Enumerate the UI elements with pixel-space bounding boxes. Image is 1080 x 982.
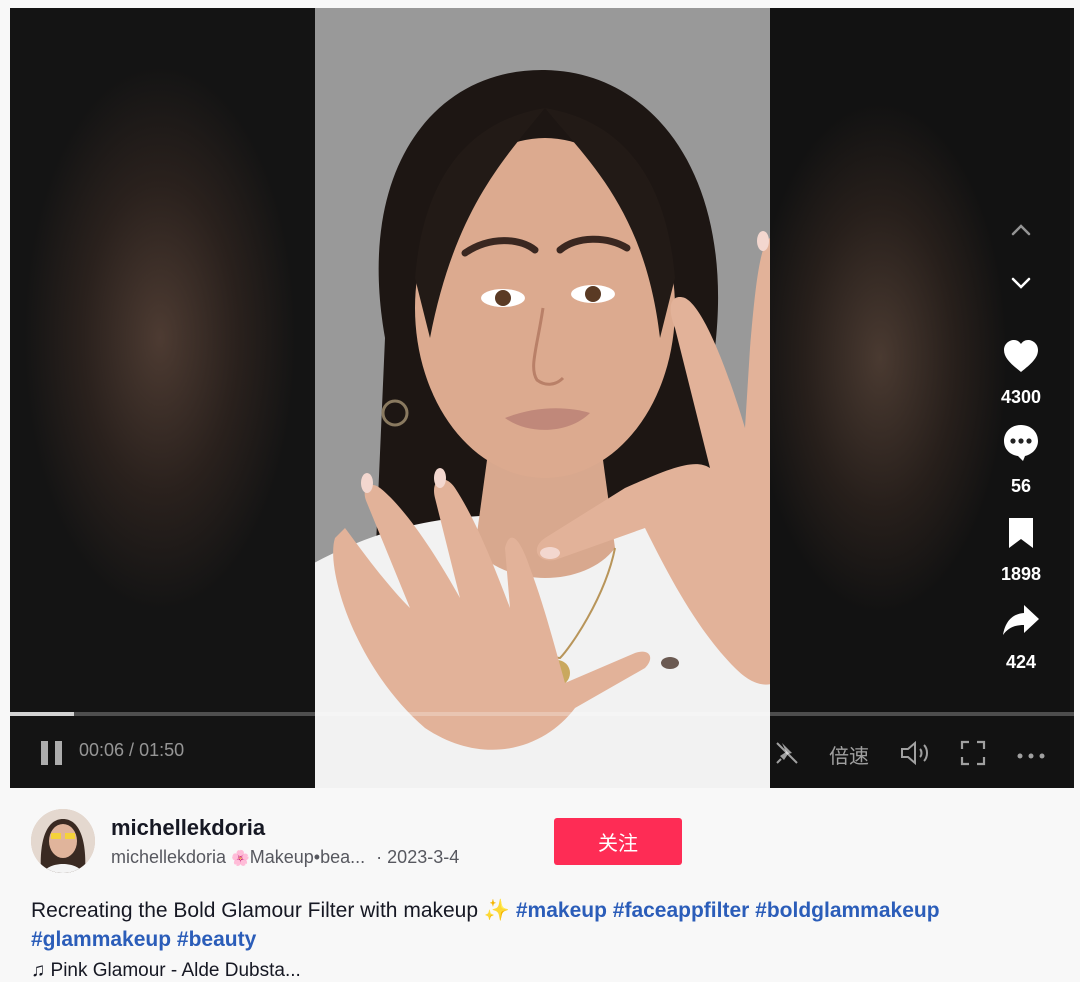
share-icon — [1003, 605, 1039, 635]
like-button[interactable] — [991, 340, 1051, 374]
save-count: 1898 — [1000, 564, 1042, 584]
avatar-image — [31, 809, 95, 873]
video-blur-left — [10, 8, 315, 788]
prev-video-button[interactable] — [991, 220, 1051, 238]
time-display: 00:06 / 01:50 — [79, 740, 184, 761]
description-text: Recreating the Bold Glamour Filter with … — [31, 899, 479, 922]
author-bio-preview: Makeup•bea... — [249, 847, 366, 867]
speed-button[interactable]: 倍速 — [829, 740, 869, 769]
volume-icon — [901, 740, 928, 766]
comment-icon — [1004, 425, 1038, 461]
more-button[interactable] — [1016, 748, 1046, 766]
pause-icon — [41, 741, 62, 765]
video-frame[interactable] — [315, 8, 770, 788]
next-video-button[interactable] — [991, 274, 1051, 292]
comment-count: 56 — [1010, 476, 1032, 496]
flower-emoji: 🌸 — [231, 850, 250, 867]
pin-button[interactable] — [774, 740, 800, 771]
bookmark-icon — [1009, 518, 1033, 548]
fullscreen-button[interactable] — [960, 740, 986, 771]
follow-button[interactable]: 关注 — [554, 818, 682, 865]
heart-icon — [1004, 340, 1038, 372]
chevron-down-icon — [1011, 277, 1031, 289]
avatar[interactable] — [31, 809, 95, 873]
post-date: 2023-3-4 — [387, 847, 460, 867]
music-info[interactable]: ♫ Pink Glamour - Alde Dubsta... — [31, 960, 301, 982]
hashtag-link[interactable]: #glammakeup — [31, 928, 171, 951]
pause-button[interactable] — [40, 740, 64, 771]
chevron-up-icon — [1011, 224, 1031, 236]
meta-separator: · — [376, 847, 383, 867]
video-description: Recreating the Bold Glamour Filter with … — [31, 896, 1031, 954]
sparkle-emoji: ✨ — [483, 899, 511, 922]
time-separator: / — [124, 740, 140, 760]
author-nickname: michellekdoria — [111, 847, 227, 867]
hashtag-link[interactable]: #boldglammakeup — [755, 899, 939, 922]
author-meta: michellekdoria 🌸Makeup•bea... · 2023-3-4 — [111, 847, 459, 868]
author-username[interactable]: michellekdoria — [111, 815, 265, 841]
hashtag-link[interactable]: #beauty — [177, 928, 256, 951]
hashtag-link[interactable]: #faceappfilter — [613, 899, 750, 922]
progress-fill — [10, 712, 74, 716]
fullscreen-icon — [960, 740, 986, 766]
share-button[interactable] — [991, 604, 1051, 636]
video-frame-image — [315, 8, 770, 788]
like-count: 4300 — [1000, 387, 1042, 407]
progress-bar[interactable] — [10, 712, 1074, 716]
current-time: 00:06 — [79, 740, 125, 760]
comment-button[interactable] — [991, 424, 1051, 462]
save-button[interactable] — [991, 516, 1051, 550]
duration: 01:50 — [139, 740, 185, 760]
video-player[interactable]: 4300 56 1898 424 — [10, 8, 1074, 788]
volume-button[interactable] — [900, 740, 932, 771]
mute-pin-icon — [776, 742, 798, 764]
share-count: 424 — [1005, 652, 1037, 672]
hashtag-link[interactable]: #makeup — [516, 899, 607, 922]
more-icon — [1017, 753, 1045, 759]
